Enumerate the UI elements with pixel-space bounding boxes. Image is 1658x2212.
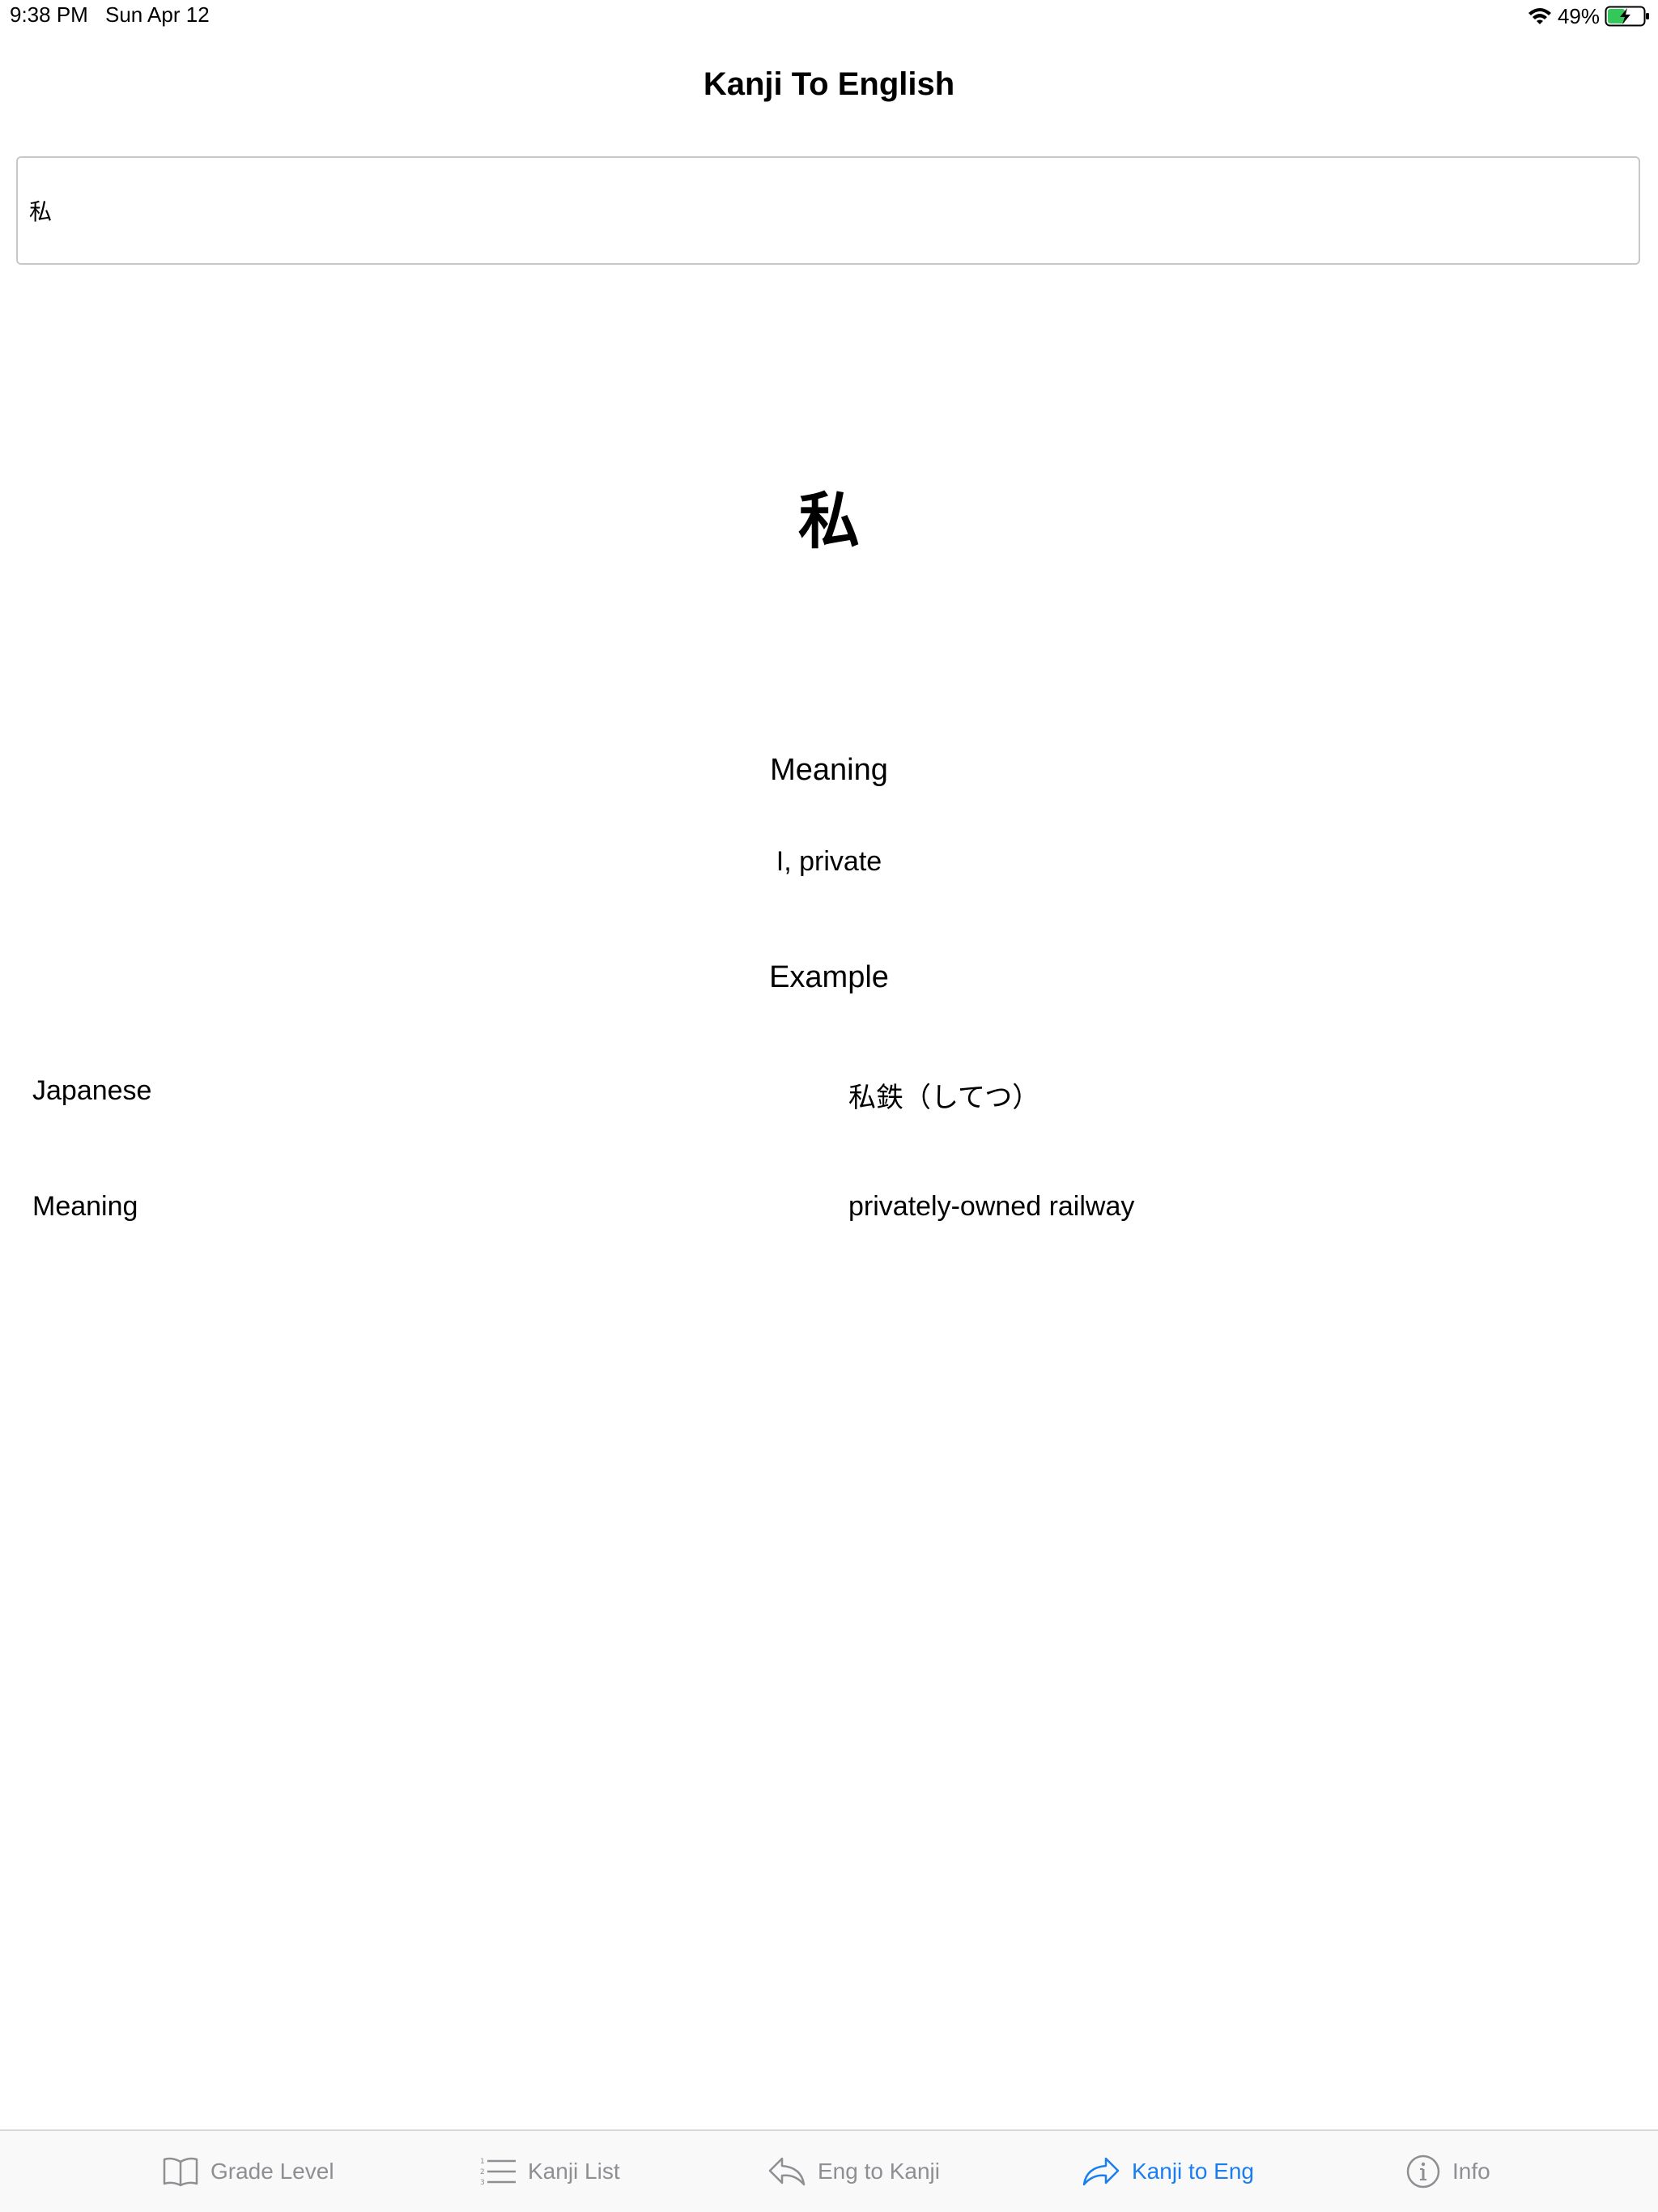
battery-percent: 49% [1557,3,1600,28]
example-meaning-value: privately-owned railway [848,1191,1135,1222]
example-japanese-label: Japanese [32,1075,152,1106]
battery-charging-icon [1605,6,1650,27]
meaning-heading: Meaning [770,753,888,787]
info-icon [1405,2154,1441,2189]
forward-arrow-icon [1082,2155,1120,2188]
kanji-search-input[interactable] [16,156,1640,265]
status-date: Sun Apr 12 [105,2,210,27]
status-indicators: 49% [1527,2,1650,30]
tab-eng-to-kanji[interactable]: Eng to Kanji [767,2152,940,2191]
tab-info[interactable]: Info [1405,2152,1490,2191]
tab-label: Eng to Kanji [818,2159,940,2184]
tab-label: Kanji to Eng [1132,2159,1254,2184]
tab-kanji-list[interactable]: 1 2 3 Kanji List [479,2152,620,2191]
example-japanese-value: 私鉄（してつ） [848,1083,1040,1113]
meaning-value: I, private [776,846,882,877]
page-title: Kanji To English [703,66,955,102]
tab-label: Grade Level [210,2159,334,2184]
reply-arrow-icon [767,2155,806,2188]
example-meaning-label: Meaning [32,1191,138,1222]
status-time: 9:38 PM [10,2,88,27]
svg-text:1: 1 [480,2158,485,2166]
tab-kanji-to-eng[interactable]: Kanji to Eng [1082,2152,1254,2191]
example-heading: Example [769,960,889,994]
tab-label: Info [1452,2159,1490,2184]
tab-bar: Grade Level 1 2 3 Kanji List Eng to Kanj… [0,2129,1658,2212]
tab-label: Kanji List [528,2159,620,2184]
svg-text:3: 3 [480,2179,485,2187]
svg-text:2: 2 [480,2168,485,2176]
wifi-icon [1527,6,1553,26]
kanji-character: 私 [798,485,860,557]
book-icon [162,2155,199,2188]
tab-grade-level[interactable]: Grade Level [162,2152,334,2191]
list-icon: 1 2 3 [479,2155,517,2188]
status-bar: 9:38 PM Sun Apr 12 49% [0,0,1658,32]
